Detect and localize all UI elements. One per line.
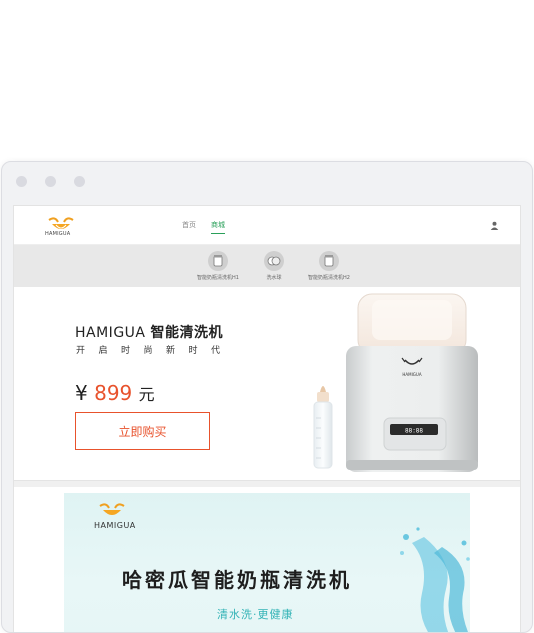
wash-ball-icon	[264, 251, 284, 271]
brand-name: HAMIGUA	[75, 325, 146, 341]
banner-subtitle: 清水洗·更健康	[217, 608, 294, 621]
banner-logo-text: HAMIGUA	[94, 521, 136, 530]
category-item-h1[interactable]: 智能奶瓶清洗机H1	[188, 251, 248, 281]
category-bar: 智能奶瓶清洗机H1 洗水球 智能奶瓶清洗机H2	[14, 245, 520, 287]
device-logo-text: HAMIGUA	[402, 372, 421, 377]
bottle-washer-icon	[319, 251, 339, 271]
promo-banner[interactable]: HAMIGUA 哈密瓜智能奶瓶清洗机 清水洗·更健康	[64, 493, 470, 632]
product-image[interactable]: HAMIGUA 88:88	[294, 288, 484, 480]
buy-now-button[interactable]: 立即购买	[75, 412, 210, 450]
product-title: HAMIGUA 智能清洗机	[75, 322, 223, 342]
window-dot-icon	[74, 176, 85, 187]
category-label: 智能奶瓶清洗机H2	[308, 275, 350, 281]
section-divider	[14, 480, 520, 487]
window-dot-icon	[45, 176, 56, 187]
price-value: 899	[94, 381, 133, 405]
category-item-ball[interactable]: 洗水球	[244, 251, 304, 281]
user-icon[interactable]	[490, 221, 499, 230]
price-unit: 元	[138, 385, 155, 404]
currency-symbol: ¥	[75, 381, 88, 405]
site-header: HAMIGUA 首页 商城	[14, 206, 520, 245]
browser-window: HAMIGUA 首页 商城 智能奶瓶清洗机H1 洗水球 智能奶瓶清洗机H2 HA…	[1, 161, 533, 633]
product-name: 智能清洗机	[150, 325, 223, 341]
category-item-h2[interactable]: 智能奶瓶清洗机H2	[299, 251, 359, 281]
device-display: 88:88	[405, 428, 423, 435]
product-price: ¥ 899 元	[75, 381, 155, 405]
category-label: 洗水球	[266, 275, 282, 281]
hero-section: HAMIGUA 智能清洗机 开启时尚新时代 ¥ 899 元 立即购买 HAMIG…	[14, 288, 520, 480]
logo-text: HAMIGUA	[45, 231, 71, 237]
category-label: 智能奶瓶清洗机H1	[197, 275, 239, 281]
product-slogan: 开启时尚新时代	[76, 346, 234, 356]
water-splash-icon	[400, 527, 470, 632]
window-dot-icon	[16, 176, 27, 187]
hamigua-logo-icon	[99, 503, 125, 515]
banner-title: 哈密瓜智能奶瓶清洗机	[122, 568, 352, 592]
nav-home[interactable]: 首页	[182, 220, 196, 230]
web-page: HAMIGUA 首页 商城 智能奶瓶清洗机H1 洗水球 智能奶瓶清洗机H2 HA…	[13, 205, 521, 632]
bottle-washer-icon	[208, 251, 228, 271]
nav-mall[interactable]: 商城	[211, 220, 225, 234]
